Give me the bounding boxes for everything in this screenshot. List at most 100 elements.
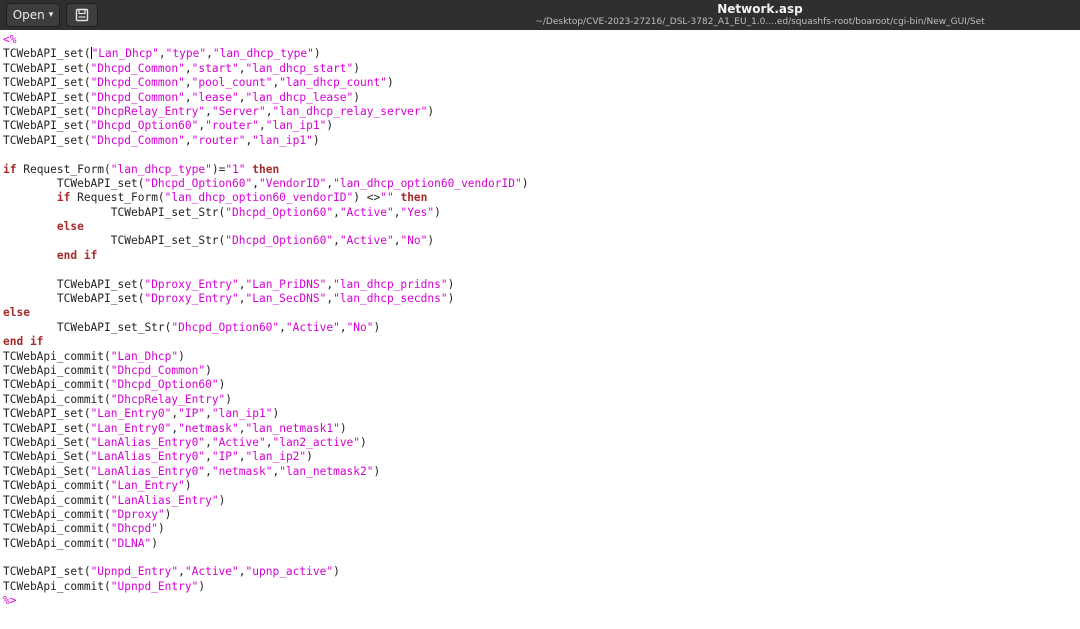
code-string: "LanAlias_Entry" bbox=[110, 493, 219, 507]
code-string: "Dproxy" bbox=[110, 507, 165, 521]
code-text: , bbox=[333, 234, 340, 248]
code-string: "netmask" bbox=[211, 464, 273, 478]
code-text: TCWebAPI_set( bbox=[3, 119, 91, 133]
code-line: TCWebApi_commit("Dhcpd_Common") bbox=[3, 364, 1077, 378]
code-string: "type" bbox=[165, 47, 207, 61]
code-line: TCWebAPI_set_Str("Dhcpd_Option60","Activ… bbox=[3, 321, 1077, 335]
code-line: end if bbox=[3, 335, 1077, 349]
code-string: "lan_dhcp_start" bbox=[245, 61, 354, 75]
code-string: "lan_dhcp_relay_server" bbox=[272, 104, 428, 118]
code-string: "No" bbox=[400, 234, 428, 248]
code-text: , bbox=[205, 450, 212, 464]
code-string: "Active" bbox=[339, 234, 394, 248]
code-text: TCWebAPI_set_Str( bbox=[3, 320, 172, 334]
code-line: %> bbox=[3, 594, 1077, 608]
code-string: "Lan_PriDNS" bbox=[245, 277, 327, 291]
chevron-down-icon: ▾ bbox=[48, 10, 54, 20]
code-string: "LanAlias_Entry0" bbox=[90, 464, 206, 478]
code-text: TCWebAPI_set_Str( bbox=[3, 205, 226, 219]
code-text: TCWebApi_commit( bbox=[3, 536, 111, 550]
open-button[interactable]: Open ▾ bbox=[6, 3, 60, 27]
code-line: end if bbox=[3, 249, 1077, 263]
code-string: "lan_netmask1" bbox=[245, 421, 340, 435]
open-button-label: Open bbox=[12, 8, 45, 22]
code-text: ) bbox=[333, 565, 340, 579]
code-text: TCWebAPI_set( bbox=[3, 104, 91, 118]
code-string: "lan_dhcp_lease" bbox=[245, 90, 354, 104]
code-text: TCWebAPI_set( bbox=[3, 47, 91, 61]
code-text: TCWebApi_commit( bbox=[3, 493, 111, 507]
code-text: , bbox=[184, 61, 192, 75]
code-string: "lan_dhcp_count" bbox=[279, 76, 387, 90]
code-string: "VendorID" bbox=[258, 176, 327, 190]
code-text: TCWebApi_commit( bbox=[3, 579, 111, 593]
code-string: "Dhcpd_Option60" bbox=[225, 234, 334, 248]
code-text: ) bbox=[218, 493, 226, 507]
code-string: "lan_dhcp_pridns" bbox=[333, 277, 448, 291]
code-text: ) bbox=[373, 464, 381, 478]
code-line: TCWebAPI_set("Lan_Entry0","IP","lan_ip1"… bbox=[3, 407, 1077, 421]
code-text: ) <> bbox=[353, 191, 381, 205]
code-string: "lan_netmask2" bbox=[279, 464, 374, 478]
code-string: "LanAlias_Entry0" bbox=[90, 435, 206, 449]
code-string: "lan_dhcp_type" bbox=[212, 47, 314, 61]
code-text: , bbox=[238, 277, 246, 291]
text-editor-area[interactable]: <% TCWebAPI_set("Lan_Dhcp","type","lan_dh… bbox=[3, 33, 1077, 623]
code-string: "Lan_Entry0" bbox=[90, 421, 172, 435]
code-line: TCWebAPI_set_Str("Dhcpd_Option60","Activ… bbox=[3, 206, 1077, 220]
code-text: TCWebAPI_set( bbox=[3, 407, 91, 421]
code-line: TCWebAPI_set("DhcpRelay_Entry","Server",… bbox=[3, 105, 1077, 119]
code-text: TCWebApi_Set( bbox=[3, 450, 91, 464]
code-string: "lan_dhcp_option60_vendorID" bbox=[333, 176, 522, 190]
code-keyword: if bbox=[3, 162, 17, 176]
code-line: TCWebApi_commit("LanAlias_Entry") bbox=[3, 494, 1077, 508]
code-string: "Dhcpd" bbox=[110, 522, 158, 536]
code-text: TCWebApi_commit( bbox=[3, 479, 111, 493]
code-text: TCWebAPI_set( bbox=[3, 277, 145, 291]
code-string: "" bbox=[380, 191, 394, 205]
code-string: "Dhcpd_Common" bbox=[110, 363, 206, 377]
code-string: "Active" bbox=[211, 435, 266, 449]
code-text: ) bbox=[184, 479, 192, 493]
new-document-icon bbox=[75, 8, 89, 22]
code-text: TCWebAPI_set( bbox=[3, 176, 145, 190]
code-string: "lan_dhcp_option60_vendorID" bbox=[164, 191, 354, 205]
code-text: ) bbox=[427, 234, 435, 248]
code-keyword: else bbox=[3, 306, 30, 320]
code-line: else bbox=[3, 306, 1077, 320]
code-keyword: else bbox=[56, 220, 84, 234]
code-string: "Lan_Dhcp" bbox=[91, 47, 159, 61]
code-line: TCWebAPI_set("Dhcpd_Option60","router","… bbox=[3, 119, 1077, 133]
code-text: , bbox=[238, 450, 246, 464]
code-string: "Dhcpd_Option60" bbox=[225, 205, 334, 219]
code-string: "IP" bbox=[211, 450, 239, 464]
code-text: , bbox=[339, 320, 347, 334]
code-line: TCWebApi_commit("DLNA") bbox=[3, 537, 1077, 551]
code-string: "lan_ip1" bbox=[252, 133, 313, 147]
code-string: "Lan_Entry0" bbox=[90, 407, 172, 421]
code-line: <% bbox=[3, 33, 1077, 47]
code-text: ) bbox=[205, 363, 212, 377]
code-string: "Dhcpd_Option60" bbox=[90, 119, 199, 133]
code-text: , bbox=[184, 76, 192, 90]
code-string: "Dhcpd_Common" bbox=[90, 133, 185, 147]
code-string: "Active" bbox=[184, 565, 239, 579]
new-document-button[interactable] bbox=[66, 3, 98, 27]
code-text: ) bbox=[447, 292, 455, 306]
code-string: "Lan_Dhcp" bbox=[110, 349, 179, 363]
code-text: TCWebApi_commit( bbox=[3, 349, 111, 363]
code-line: if Request_Form("lan_dhcp_type")="1" the… bbox=[3, 163, 1077, 177]
code-string: "Dhcpd_Common" bbox=[90, 76, 185, 90]
code-text: ) bbox=[218, 378, 226, 392]
code-line: TCWebAPI_set("Lan_Dhcp","type","lan_dhcp… bbox=[3, 47, 1077, 61]
code-string: "Upnpd_Entry" bbox=[90, 565, 179, 579]
code-string: "upnp_active" bbox=[245, 565, 334, 579]
code-line: if Request_Form("lan_dhcp_option60_vendo… bbox=[3, 191, 1077, 205]
code-string: "Upnpd_Entry" bbox=[110, 579, 199, 593]
code-line: TCWebApi_commit("Upnpd_Entry") bbox=[3, 580, 1077, 594]
code-text: TCWebAPI_set( bbox=[3, 421, 91, 435]
code-text: ) bbox=[313, 47, 321, 61]
code-line: TCWebApi_commit("DhcpRelay_Entry") bbox=[3, 393, 1077, 407]
code-text: Request_Form( bbox=[70, 191, 165, 205]
